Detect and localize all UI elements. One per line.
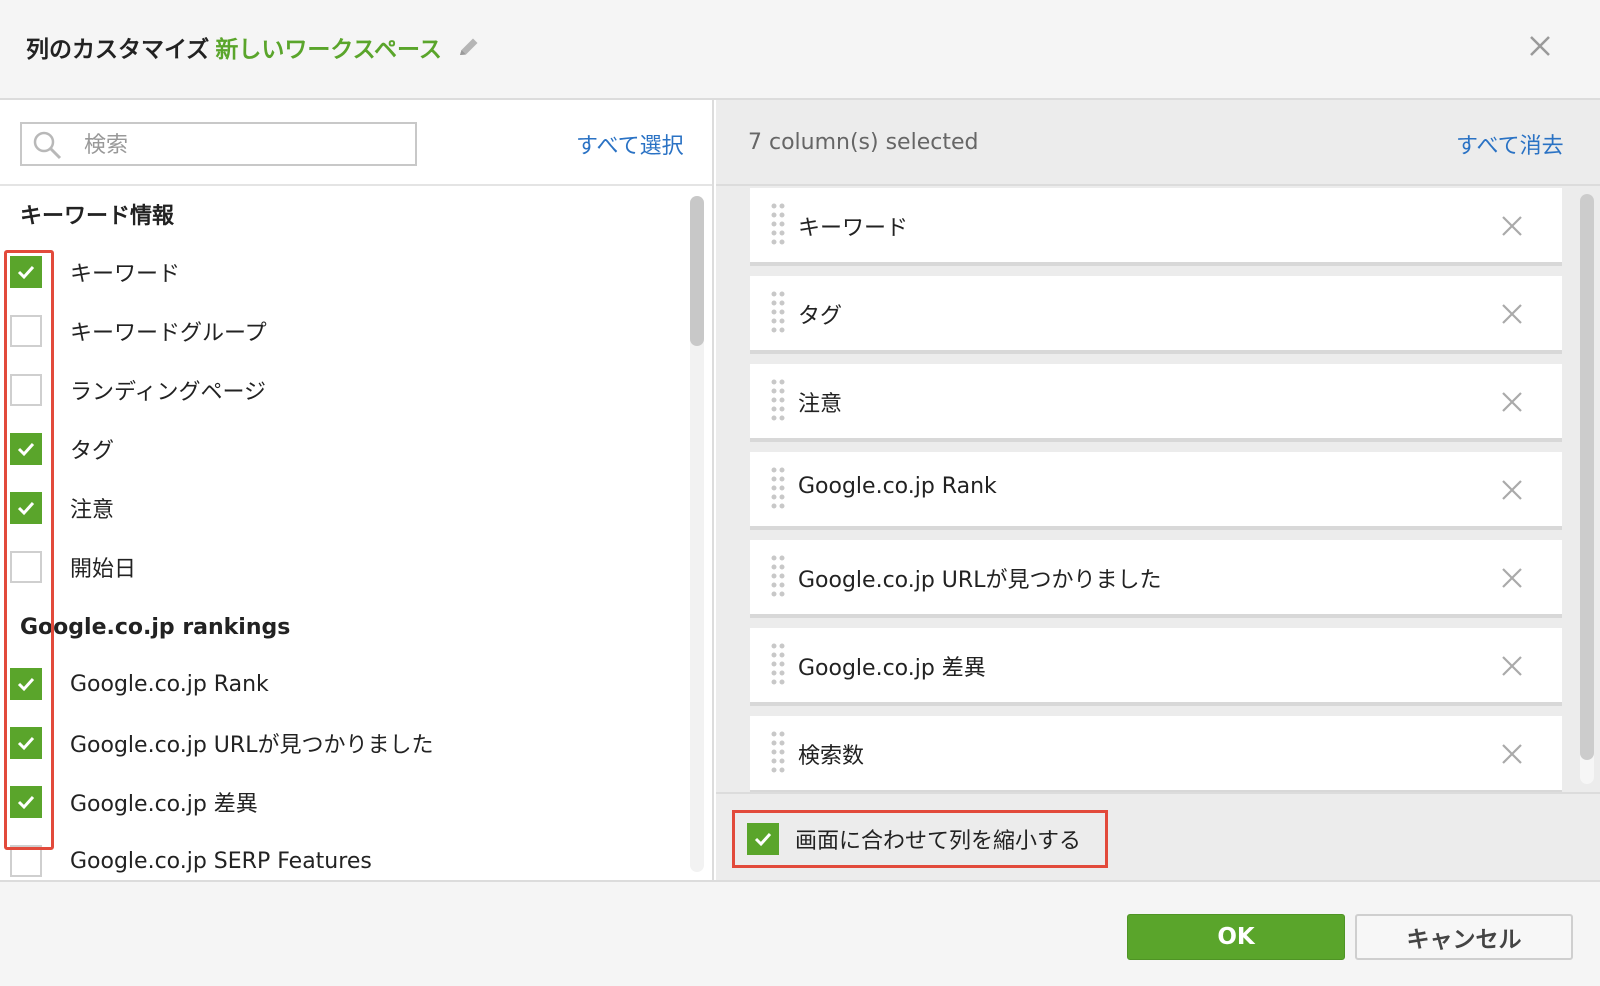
checkbox-checked[interactable] xyxy=(10,786,42,818)
checkbox-label: Google.co.jp 差異 xyxy=(70,792,258,817)
selected-column-item[interactable]: Google.co.jp URLが見つかりました xyxy=(750,540,1562,618)
checkbox-unchecked[interactable] xyxy=(10,845,42,877)
checkbox-item-start-date[interactable]: 開始日 xyxy=(10,547,136,587)
selected-column-item[interactable]: キーワード xyxy=(750,188,1562,266)
checkmark-icon xyxy=(17,677,35,692)
checkbox-item-google-serp-features[interactable]: Google.co.jp SERP Features xyxy=(10,841,372,880)
checkmark-icon xyxy=(754,832,772,847)
checkmark-icon xyxy=(17,795,35,810)
checkbox-unchecked[interactable] xyxy=(10,374,42,406)
group-title-keyword-info: キーワード情報 xyxy=(20,204,175,229)
checkbox-label: 開始日 xyxy=(70,557,137,582)
drag-handle-icon[interactable] xyxy=(770,642,786,688)
checkbox-checked[interactable] xyxy=(10,492,42,524)
checkbox-unchecked[interactable] xyxy=(10,315,42,347)
checkmark-icon xyxy=(17,501,35,516)
dialog-header: 列のカスタマイズ 新しいワークスペース xyxy=(0,0,1600,100)
left-scrollbar-thumb[interactable] xyxy=(690,196,704,346)
checkbox-label: Google.co.jp URLが見つかりました xyxy=(70,733,434,758)
drag-handle-icon[interactable] xyxy=(770,730,786,776)
selected-column-label: Google.co.jp 差異 xyxy=(798,656,986,681)
search-box[interactable] xyxy=(20,122,417,166)
drag-handle-icon[interactable] xyxy=(770,554,786,600)
fit-to-screen-option[interactable]: 画面に合わせて列を縮小する xyxy=(732,810,1108,868)
checkmark-icon xyxy=(17,442,35,457)
checkbox-item-google-url-found[interactable]: Google.co.jp URLが見つかりました xyxy=(10,723,433,763)
checkbox-checked[interactable] xyxy=(10,668,42,700)
drag-handle-icon[interactable] xyxy=(770,466,786,512)
checkbox-item-google-difference[interactable]: Google.co.jp 差異 xyxy=(10,782,258,822)
pencil-icon[interactable] xyxy=(456,34,482,60)
ok-button[interactable]: OK xyxy=(1127,914,1345,960)
checkbox-item-note[interactable]: 注意 xyxy=(10,488,114,528)
selected-column-item[interactable]: Google.co.jp Rank xyxy=(750,452,1562,530)
selected-column-label: 検索数 xyxy=(798,744,865,769)
checkbox-label: Google.co.jp SERP Features xyxy=(70,848,372,874)
checkbox-checked[interactable] xyxy=(10,727,42,759)
selected-column-item[interactable]: タグ xyxy=(750,276,1562,354)
selected-column-item[interactable]: 検索数 xyxy=(750,716,1562,794)
remove-icon[interactable] xyxy=(1500,214,1524,238)
group-title-google-rankings: Google.co.jp rankings xyxy=(20,615,291,640)
remove-icon[interactable] xyxy=(1500,566,1524,590)
selected-count: 7 column(s) selected xyxy=(748,130,979,155)
checkmark-icon xyxy=(17,265,35,280)
available-columns-panel: すべて選択 キーワード情報 キーワード キーワードグループ ランディングページ … xyxy=(0,100,714,880)
selected-column-item[interactable]: 注意 xyxy=(750,364,1562,442)
search-bar: すべて選択 xyxy=(0,100,712,186)
remove-icon[interactable] xyxy=(1500,654,1524,678)
checkbox-label: ランディングページ xyxy=(70,380,267,405)
checkbox-label: キーワードグループ xyxy=(70,321,267,346)
drag-handle-icon[interactable] xyxy=(770,378,786,424)
selected-column-label: Google.co.jp Rank xyxy=(798,474,997,499)
selected-column-label: タグ xyxy=(798,304,843,329)
dialog-title: 列のカスタマイズ 新しいワークスペース xyxy=(26,30,482,64)
workspace-name[interactable]: 新しいワークスペース xyxy=(215,30,442,64)
remove-icon[interactable] xyxy=(1500,302,1524,326)
cancel-button[interactable]: キャンセル xyxy=(1355,914,1573,960)
right-scrollbar-thumb[interactable] xyxy=(1580,194,1594,760)
checkbox-item-keyword-group[interactable]: キーワードグループ xyxy=(10,311,267,351)
checkbox-unchecked[interactable] xyxy=(10,551,42,583)
selected-column-label: キーワード xyxy=(798,216,909,241)
dialog-footer: OK キャンセル xyxy=(0,880,1600,986)
search-icon xyxy=(32,130,62,160)
selected-column-item[interactable]: Google.co.jp 差異 xyxy=(750,628,1562,706)
drag-handle-icon[interactable] xyxy=(770,202,786,248)
checkbox-checked[interactable] xyxy=(10,256,42,288)
remove-icon[interactable] xyxy=(1500,478,1524,502)
selected-column-label: 注意 xyxy=(798,392,843,417)
checkbox-item-landing-page[interactable]: ランディングページ xyxy=(10,370,266,410)
clear-all-link[interactable]: すべて消去 xyxy=(1456,128,1564,160)
remove-icon[interactable] xyxy=(1500,742,1524,766)
fit-to-screen-label: 画面に合わせて列を縮小する xyxy=(795,829,1082,854)
checkbox-item-google-rank[interactable]: Google.co.jp Rank xyxy=(10,664,269,704)
checkbox-item-tag[interactable]: タグ xyxy=(10,429,114,469)
search-input[interactable] xyxy=(84,130,404,160)
checkbox-label: 注意 xyxy=(70,498,115,523)
dialog-title-text: 列のカスタマイズ xyxy=(26,37,210,63)
checkbox-label: Google.co.jp Rank xyxy=(70,671,269,697)
selected-columns-list: キーワード タグ 注意 Google.co.jp Rank Google.co.… xyxy=(716,186,1600,892)
select-all-link[interactable]: すべて選択 xyxy=(576,128,684,160)
checkmark-icon xyxy=(17,736,35,751)
checkbox-item-keyword[interactable]: キーワード xyxy=(10,252,180,292)
checkbox-label: キーワード xyxy=(70,262,181,287)
checkbox-label: タグ xyxy=(70,439,115,464)
selected-column-label: Google.co.jp URLが見つかりました xyxy=(798,568,1162,593)
remove-icon[interactable] xyxy=(1500,390,1524,414)
fit-to-screen-checkbox[interactable] xyxy=(747,823,779,855)
column-checklist: キーワード情報 キーワード キーワードグループ ランディングページ タグ 注意 … xyxy=(0,188,712,880)
selected-columns-panel: 7 column(s) selected すべて消去 キーワード タグ 注意 G… xyxy=(716,100,1600,880)
drag-handle-icon[interactable] xyxy=(770,290,786,336)
checkbox-checked[interactable] xyxy=(10,433,42,465)
fit-options-bar: 画面に合わせて列を縮小する xyxy=(716,792,1600,880)
close-icon[interactable] xyxy=(1524,30,1556,62)
